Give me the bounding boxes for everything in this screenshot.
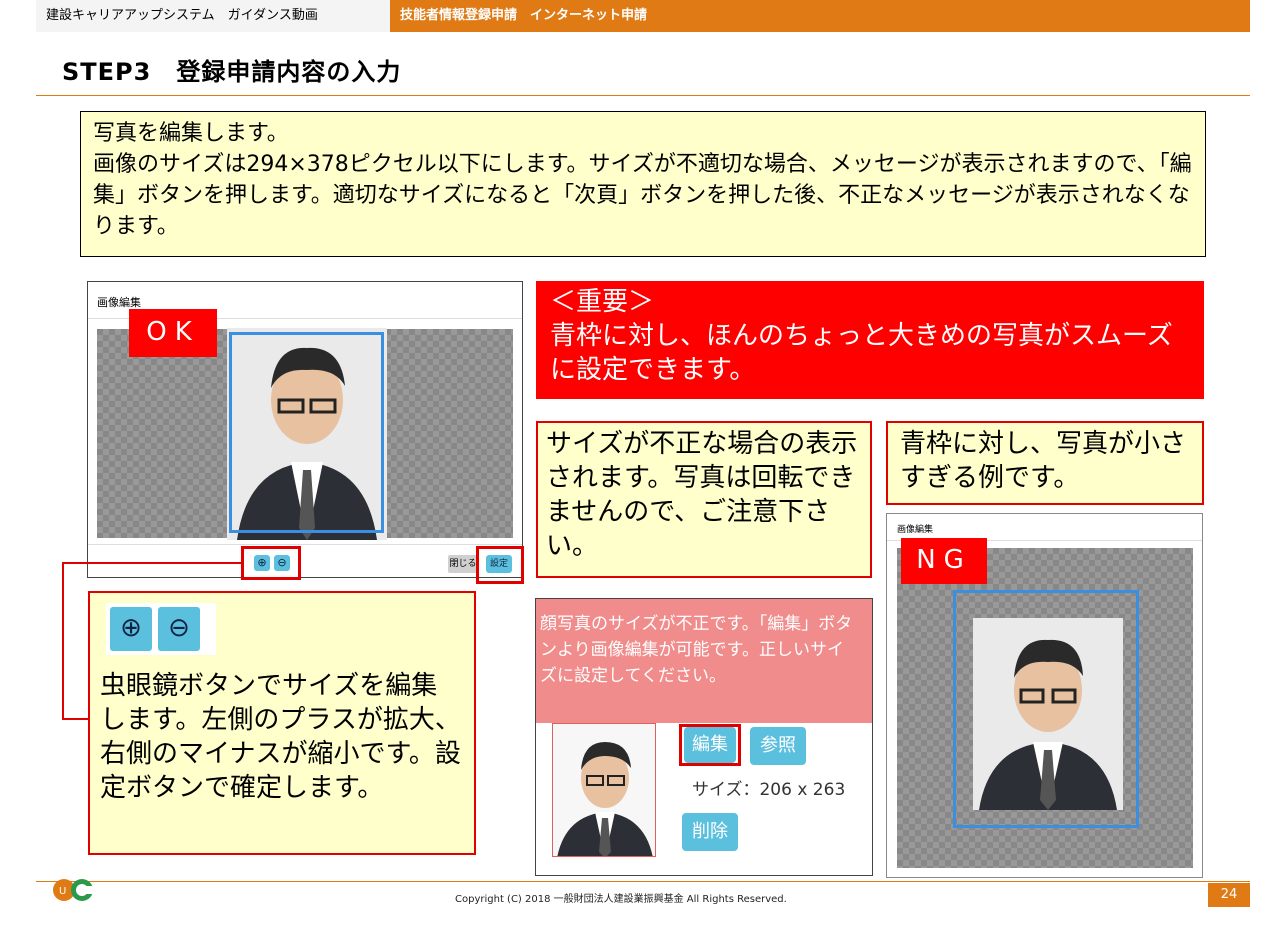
too-small-note: 青枠に対し、写真が小さすぎる例です。	[886, 421, 1204, 505]
connector-bottom	[62, 718, 90, 720]
header-right-tab: 技能者情報登録申請 インターネット申請	[400, 8, 648, 23]
ng-label: NG	[901, 538, 987, 584]
instruction-box: 写真を編集します。 画像のサイズは294×378ピクセル以下にします。サイズが不…	[80, 111, 1206, 257]
ng-image-editor-panel: 画像編集 NG	[886, 513, 1203, 878]
zoom-out-large-icon: ⊖	[158, 607, 200, 651]
size-text: サイズ：206 x 263	[692, 780, 846, 800]
connector-vertical	[62, 562, 64, 720]
copyright-text: Copyright (C) 2018 一般財団法人建設業振興基金 All Rig…	[455, 894, 787, 905]
page-title: STEP3 登録申請内容の入力	[62, 58, 402, 86]
page-number: 24	[1208, 883, 1250, 907]
utpc-logo: U	[52, 874, 100, 906]
invalid-size-note: サイズが不正な場合の表示されます。写真は回転できませんので、ご注意下さい。	[536, 421, 872, 578]
ok-dialog-title: 画像編集	[97, 296, 141, 309]
instruction-line1: 写真を編集します。	[93, 121, 289, 146]
error-thumbnail	[552, 723, 656, 857]
footer-divider	[36, 881, 1250, 882]
invalid-size-note-text: サイズが不正な場合の表示されます。写真は回転できませんので、ご注意下さい。	[546, 429, 858, 561]
ok-crop-frame[interactable]	[229, 332, 384, 533]
too-small-note-text: 青枠に対し、写真が小さすぎる例です。	[900, 429, 1187, 493]
error-thumbnail-figure	[557, 742, 653, 856]
error-example-panel: 顔写真のサイズが不正です。「編集」ボタンより画像編集が可能です。正しいサイズに設…	[535, 598, 873, 876]
magnifier-note-box: ⊕ ⊖ 虫眼鏡ボタンでサイズを編集します。左側のプラスが拡大、右側のマイナスが縮…	[88, 591, 476, 855]
ok-image-editor-panel: 画像編集 OK ⊕ ⊖ 閉じる 設定	[87, 281, 523, 578]
instruction-line2: 画像のサイズは294×378ピクセル以下にします。サイズが不適切な場合、メッセー…	[93, 152, 1192, 239]
zoom-in-large-icon: ⊕	[110, 607, 152, 651]
browse-button[interactable]: 参照	[750, 727, 806, 765]
utpc-logo-icon: U	[53, 879, 94, 901]
ok-footer-divider	[88, 544, 522, 545]
magnifier-note-text: 虫眼鏡ボタンでサイズを編集します。左側のプラスが拡大、右側のマイナスが縮小です。…	[100, 671, 461, 803]
close-button[interactable]: 閉じる	[448, 555, 478, 573]
delete-button[interactable]: 削除	[682, 813, 738, 851]
important-heading: ＜重要＞	[550, 287, 655, 317]
header-left-tab: 建設キャリアアップシステム ガイダンス動画	[36, 0, 390, 32]
ng-crop-frame[interactable]	[953, 590, 1139, 828]
zoom-buttons-highlight	[241, 546, 301, 580]
title-divider	[36, 95, 1250, 96]
set-button-highlight	[476, 546, 524, 584]
edit-button-highlight	[679, 724, 741, 766]
error-alert: 顔写真のサイズが不正です。「編集」ボタンより画像編集が可能です。正しいサイズに設…	[536, 599, 872, 723]
svg-text:U: U	[59, 886, 66, 897]
error-message: 顔写真のサイズが不正です。「編集」ボタンより画像編集が可能です。正しいサイズに設…	[540, 614, 853, 686]
magnifier-buttons-sample: ⊕ ⊖	[106, 603, 216, 655]
important-box: ＜重要＞ 青枠に対し、ほんのちょっと大きめの写真がスムーズに設定できます。	[536, 281, 1204, 399]
ng-dialog-title: 画像編集	[897, 525, 934, 535]
ok-label: OK	[129, 309, 217, 357]
important-body: 青枠に対し、ほんのちょっと大きめの写真がスムーズに設定できます。	[550, 321, 1173, 385]
connector-top	[62, 562, 243, 564]
